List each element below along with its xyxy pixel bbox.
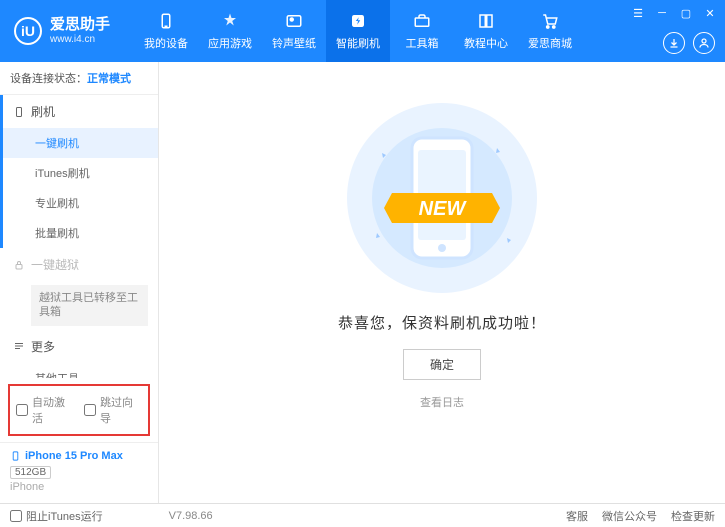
lock-icon — [13, 259, 25, 271]
logo-subtitle: www.i4.cn — [50, 34, 110, 45]
phone-icon — [13, 106, 25, 118]
device-icon — [156, 11, 176, 31]
minimize-icon[interactable]: ─ — [655, 6, 669, 20]
app-header: iU 爱思助手 www.i4.cn 我的设备 应用游戏 铃声壁纸 智能刷机 工具… — [0, 0, 725, 62]
ok-button[interactable]: 确定 — [403, 349, 481, 380]
flash-options: 自动激活 跳过向导 — [8, 384, 150, 436]
logo[interactable]: iU 爱思助手 www.i4.cn — [0, 17, 124, 45]
menu-item-oneclick-flash[interactable]: 一键刷机 — [3, 128, 158, 158]
window-controls: ☰ ─ ▢ ✕ — [631, 6, 717, 20]
device-status: 设备连接状态：正常模式 — [0, 62, 158, 95]
checkbox-label: 跳过向导 — [100, 394, 142, 426]
checkbox-block-itunes[interactable]: 阻止iTunes运行 — [10, 508, 103, 524]
nav-tutorial[interactable]: 教程中心 — [454, 0, 518, 62]
device-storage: 512GB — [10, 466, 51, 479]
flash-icon — [348, 11, 368, 31]
user-button[interactable] — [693, 32, 715, 54]
nav-apps-games[interactable]: 应用游戏 — [198, 0, 262, 62]
nav-ringtone-wallpaper[interactable]: 铃声壁纸 — [262, 0, 326, 62]
menu-group-flash[interactable]: 刷机 — [3, 95, 158, 128]
footer-link-update[interactable]: 检查更新 — [671, 508, 715, 524]
apps-icon — [220, 11, 240, 31]
nav-label: 智能刷机 — [336, 35, 380, 51]
menu-item-pro-flash[interactable]: 专业刷机 — [3, 188, 158, 218]
menu-item-batch-flash[interactable]: 批量刷机 — [3, 218, 158, 248]
status-label: 设备连接状态： — [10, 73, 87, 85]
logo-icon: iU — [14, 17, 42, 45]
nav-my-device[interactable]: 我的设备 — [134, 0, 198, 62]
success-illustration: NEW — [332, 98, 552, 298]
menu-item-other-tools[interactable]: 其他工具 — [3, 363, 158, 378]
book-icon — [476, 11, 496, 31]
menu-group-label: 一键越狱 — [31, 256, 79, 273]
nav-label: 教程中心 — [464, 35, 508, 51]
cart-icon — [540, 11, 560, 31]
menu-group-label: 更多 — [31, 338, 55, 355]
menu-group-label: 刷机 — [31, 103, 55, 120]
nav-toolbox[interactable]: 工具箱 — [390, 0, 454, 62]
list-icon — [13, 340, 25, 352]
toolbox-icon — [412, 11, 432, 31]
footer-link-wechat[interactable]: 微信公众号 — [602, 508, 657, 524]
device-type: iPhone — [10, 481, 148, 493]
nav-label: 应用游戏 — [208, 35, 252, 51]
menu-icon[interactable]: ☰ — [631, 6, 645, 20]
phone-icon — [10, 449, 21, 463]
nav-store[interactable]: 爱思商城 — [518, 0, 582, 62]
version-label: V7.98.66 — [169, 510, 213, 522]
menu-item-itunes-flash[interactable]: iTunes刷机 — [3, 158, 158, 188]
footer: 阻止iTunes运行 V7.98.66 客服 微信公众号 检查更新 — [0, 503, 725, 527]
main-nav: 我的设备 应用游戏 铃声壁纸 智能刷机 工具箱 教程中心 爱思商城 — [134, 0, 582, 62]
nav-label: 爱思商城 — [528, 35, 572, 51]
success-message: 恭喜您，保资料刷机成功啦！ — [338, 312, 546, 333]
logo-title: 爱思助手 — [50, 17, 110, 34]
checkbox-skip-guide[interactable]: 跳过向导 — [84, 394, 142, 426]
checkbox-label: 自动激活 — [32, 394, 74, 426]
view-log-link[interactable]: 查看日志 — [420, 394, 464, 410]
checkbox-auto-activate[interactable]: 自动激活 — [16, 394, 74, 426]
menu-group-more[interactable]: 更多 — [3, 330, 158, 363]
device-name[interactable]: iPhone 15 Pro Max — [10, 449, 148, 463]
svg-text:NEW: NEW — [419, 198, 468, 220]
nav-label: 铃声壁纸 — [272, 35, 316, 51]
close-icon[interactable]: ✕ — [703, 6, 717, 20]
main-content: NEW 恭喜您，保资料刷机成功啦！ 确定 查看日志 — [159, 62, 725, 503]
footer-link-support[interactable]: 客服 — [566, 508, 588, 524]
download-button[interactable] — [663, 32, 685, 54]
status-value: 正常模式 — [87, 73, 131, 85]
device-info: iPhone 15 Pro Max 512GB iPhone — [0, 442, 158, 503]
device-name-text: iPhone 15 Pro Max — [25, 450, 123, 462]
nav-label: 工具箱 — [406, 35, 439, 51]
sidebar: 设备连接状态：正常模式 刷机 一键刷机 iTunes刷机 专业刷机 批量刷机 一… — [0, 62, 159, 503]
nav-label: 我的设备 — [144, 35, 188, 51]
image-icon — [284, 11, 304, 31]
nav-smart-flash[interactable]: 智能刷机 — [326, 0, 390, 62]
checkbox-label: 阻止iTunes运行 — [26, 508, 103, 524]
jailbreak-note: 越狱工具已转移至工具箱 — [31, 285, 148, 326]
menu-group-jailbreak[interactable]: 一键越狱 — [3, 248, 158, 281]
maximize-icon[interactable]: ▢ — [679, 6, 693, 20]
